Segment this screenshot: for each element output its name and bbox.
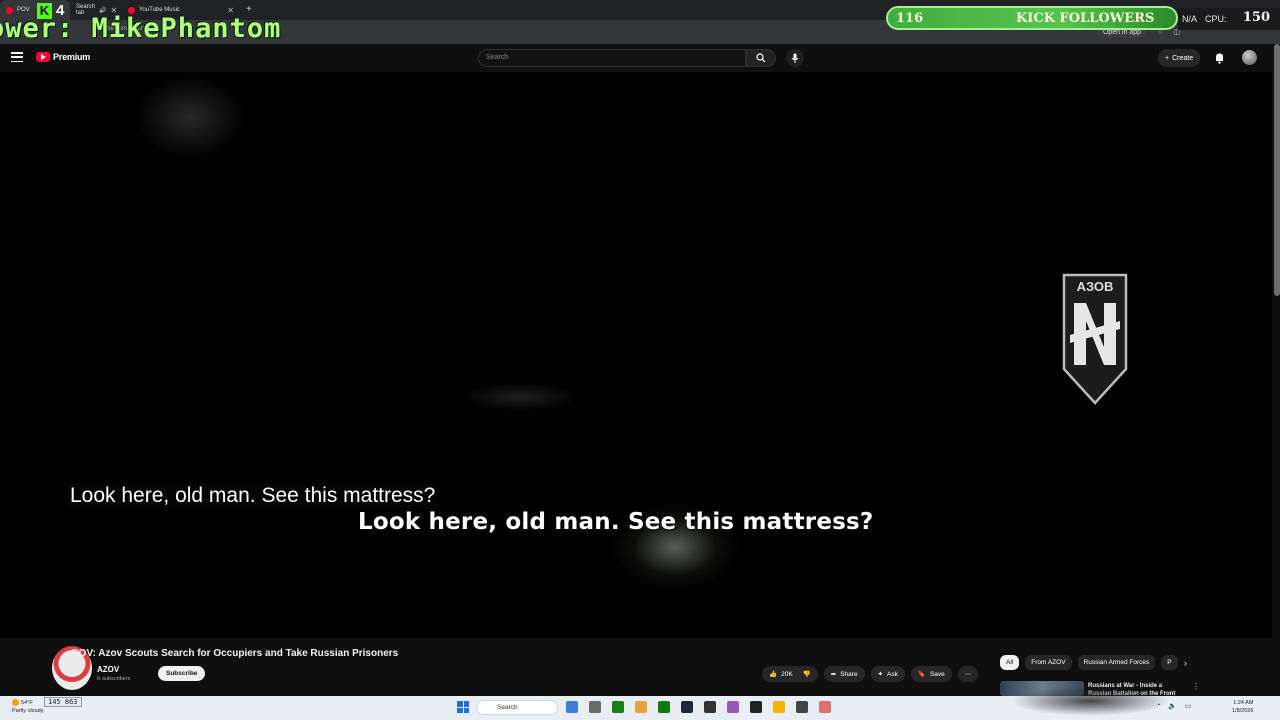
goal-current: 116 bbox=[896, 10, 924, 26]
taskbar-clock[interactable]: 1:24 AM 1/8/2026 bbox=[1232, 699, 1253, 715]
chrome-icon[interactable] bbox=[773, 701, 785, 713]
stats-overlay: N/A CPU: 150 bbox=[1178, 8, 1280, 30]
pinned-apps bbox=[566, 701, 831, 713]
video-highlight bbox=[460, 382, 580, 412]
xbox-icon[interactable] bbox=[658, 701, 670, 713]
chevron-right-icon[interactable]: › bbox=[1184, 658, 1187, 668]
voice-search-button[interactable] bbox=[786, 49, 804, 67]
search-input[interactable]: Search bbox=[478, 49, 746, 67]
overlay-counter: 145 863 bbox=[44, 697, 82, 707]
burned-in-subtitle: Look here, old man. See this mattress? bbox=[358, 509, 874, 535]
youtube-caption: Look here, old man. See this mattress? bbox=[68, 484, 438, 508]
clock-date: 1/8/2026 bbox=[1232, 708, 1254, 714]
youtube-logo[interactable]: Premium bbox=[36, 52, 90, 62]
save-button[interactable]: 🔖 Save bbox=[910, 666, 952, 682]
menu-icon[interactable] bbox=[11, 52, 23, 62]
mic-icon bbox=[791, 53, 799, 63]
video-highlight bbox=[130, 72, 250, 162]
recommendation-chips: All From AZOV Russian Armed Forces P bbox=[1000, 655, 1178, 670]
video-title: POV: Azov Scouts Search for Occupiers an… bbox=[72, 648, 399, 659]
subscriber-count: K subscribers bbox=[97, 676, 131, 682]
like-count: 20K bbox=[781, 670, 793, 678]
photos-icon[interactable] bbox=[635, 701, 647, 713]
ask-button[interactable]: ✦ Ask bbox=[870, 666, 905, 682]
thumbs-up-icon: 👍 bbox=[769, 671, 778, 678]
goal-target: 150 bbox=[1242, 10, 1270, 25]
taskbar-search[interactable]: Search bbox=[476, 700, 558, 715]
screen: POV Search tab 🔊 ✕ YouTube Music ✕ + ube… bbox=[0, 0, 1280, 720]
chip-from-azov[interactable]: From AZOV bbox=[1025, 655, 1072, 670]
share-button[interactable]: ➦ Share bbox=[823, 666, 865, 682]
share-icon: ➦ bbox=[830, 671, 837, 678]
sparkle-icon: ✦ bbox=[877, 671, 884, 678]
create-button[interactable]: + Create bbox=[1158, 49, 1201, 67]
app-icon[interactable] bbox=[727, 701, 739, 713]
youtube-masthead: Premium Search + Create bbox=[0, 44, 1280, 72]
goal-label: KICK FOLLOWERS bbox=[1016, 10, 1155, 26]
file-explorer-icon[interactable] bbox=[589, 701, 601, 713]
edge-icon[interactable] bbox=[566, 701, 578, 713]
weather-desc: Partly cloudy bbox=[12, 708, 44, 714]
app-icon[interactable] bbox=[796, 701, 808, 713]
subscribe-button[interactable]: Subscribe bbox=[158, 666, 206, 681]
obs-icon[interactable] bbox=[750, 701, 762, 713]
account-avatar[interactable] bbox=[1242, 50, 1257, 65]
like-button[interactable]: 👍 20K 👎 bbox=[762, 666, 818, 682]
video-actions: 👍 20K 👎 ➦ Share ✦ Ask 🔖 Save ⋯ bbox=[762, 666, 979, 682]
steam-icon[interactable] bbox=[681, 701, 693, 713]
weather-temp: 54°F bbox=[21, 700, 33, 706]
windows-start-icon[interactable] bbox=[457, 701, 469, 713]
kebab-menu-icon[interactable]: ⋮ bbox=[1192, 682, 1200, 691]
search-button[interactable] bbox=[746, 49, 776, 67]
share-label: Share bbox=[840, 670, 858, 678]
follower-goal-bar: 116 KICK FOLLOWERS bbox=[886, 6, 1178, 30]
logo-text: Premium bbox=[53, 52, 91, 62]
bell-icon[interactable] bbox=[1214, 52, 1225, 64]
weather-icon bbox=[12, 699, 19, 707]
chip-russian-armed-forces[interactable]: Russian Armed Forces bbox=[1077, 655, 1156, 670]
save-label: Save bbox=[929, 670, 945, 678]
more-actions-button[interactable]: ⋯ bbox=[957, 666, 979, 682]
youtube-logo-icon bbox=[36, 52, 50, 62]
emblem-text: АЗОВ bbox=[1077, 279, 1114, 294]
epic-games-icon[interactable] bbox=[704, 701, 716, 713]
video-player[interactable]: АЗОВ Look here, old man. See this mattre… bbox=[0, 72, 1272, 638]
stat-cpu: CPU: bbox=[1205, 14, 1227, 24]
plus-icon: + bbox=[1165, 54, 1170, 62]
bookmark-icon: 🔖 bbox=[917, 671, 926, 678]
chip-all[interactable]: All bbox=[1000, 655, 1020, 670]
create-label: Create bbox=[1172, 54, 1194, 62]
terminal-icon[interactable] bbox=[612, 701, 624, 713]
video-overlay-smudge bbox=[1010, 686, 1170, 716]
more-icon: ⋯ bbox=[964, 671, 972, 678]
search-icon bbox=[756, 53, 766, 63]
thumbs-down-icon[interactable]: 👎 bbox=[803, 670, 811, 678]
page-scrollbar[interactable] bbox=[1274, 44, 1280, 296]
chip-partial[interactable]: P bbox=[1161, 655, 1178, 670]
weather-widget[interactable]: 54°F Partly cloudy bbox=[12, 699, 44, 715]
ask-label: Ask bbox=[887, 670, 898, 678]
channel-name[interactable]: AZOV bbox=[97, 665, 119, 674]
azov-emblem-logo: АЗОВ bbox=[1062, 273, 1128, 405]
app-icon[interactable] bbox=[819, 701, 831, 713]
clock-time: 1:24 AM bbox=[1233, 700, 1254, 706]
battery-icon[interactable]: ▭ bbox=[1185, 702, 1192, 710]
stat-na: N/A bbox=[1182, 14, 1198, 24]
